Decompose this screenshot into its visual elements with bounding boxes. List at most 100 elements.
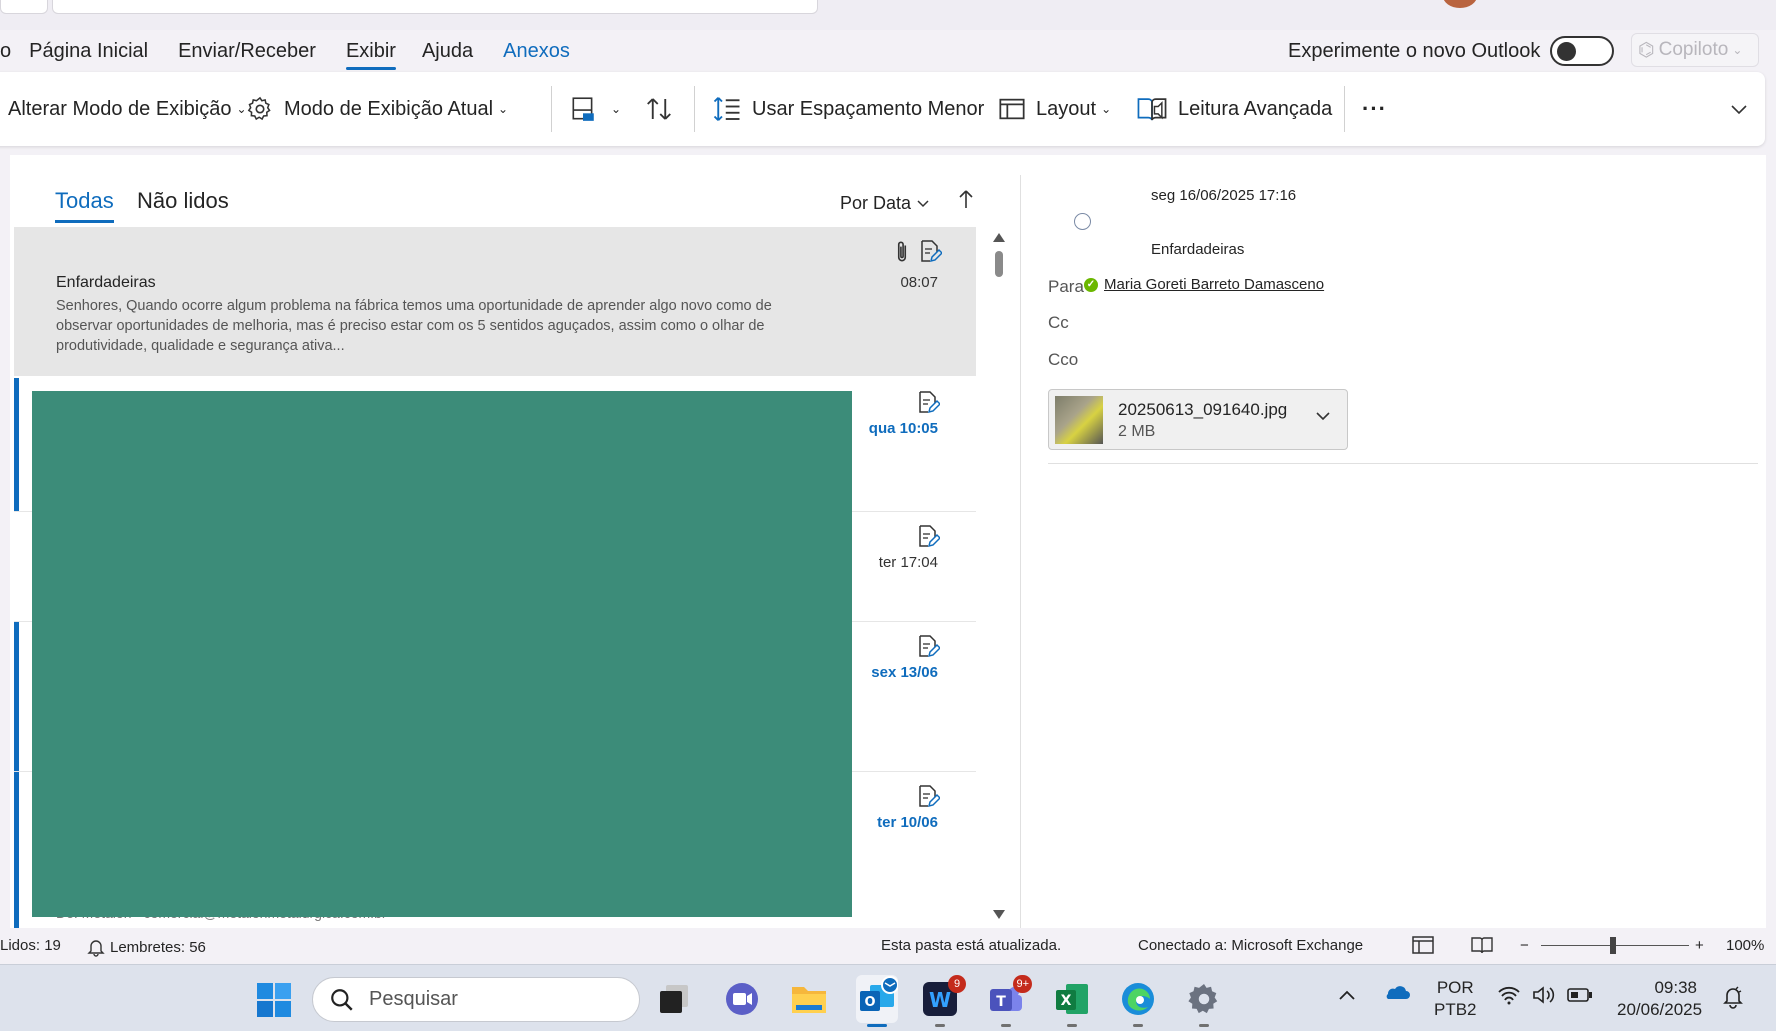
zoom-out-button[interactable]: − (1520, 937, 1529, 954)
chevron-down-icon: ⌄ (1732, 43, 1743, 57)
normal-view-icon (1412, 936, 1434, 954)
message-time: ter 10/06 (877, 814, 938, 831)
to-recipient[interactable]: ✓ Maria Goreti Barreto Damasceno (1084, 276, 1324, 293)
ribbon-toolbar: Alterar Modo de Exibição ⌄ Modo de Exibi… (0, 72, 1765, 146)
to-label: Para (1048, 277, 1084, 296)
recipient-name: Maria Goreti Barreto Damasceno (1104, 276, 1325, 293)
scroll-thumb[interactable] (995, 251, 1003, 277)
chevron-down-icon: ⌄ (1101, 102, 1112, 116)
zoom-in-button[interactable]: + (1695, 937, 1704, 954)
notifications-bell-icon[interactable] (1722, 985, 1744, 1015)
file-explorer-icon[interactable] (790, 981, 826, 1017)
outlook-icon[interactable]: O (856, 975, 899, 1027)
sender-avatar-placeholder (1074, 213, 1091, 230)
running-indicator (1067, 1024, 1077, 1027)
ribbon-tabs: o Página Inicial Enviar/Receber Exibir A… (0, 30, 600, 72)
bcc-label: Cco (1048, 350, 1079, 369)
running-indicator (1199, 1024, 1209, 1027)
bell-icon (87, 940, 105, 957)
more-options-button[interactable]: ··· (1362, 72, 1387, 146)
attachment-card[interactable]: 20250613_091640.jpg 2 MB (1048, 389, 1348, 450)
reading-pane-button[interactable]: ⌄ (570, 72, 621, 146)
paperclip-icon (897, 241, 907, 262)
filter-unread[interactable]: Não lidos (137, 188, 229, 214)
immersive-reader-button[interactable]: Leitura Avançada (1136, 72, 1332, 146)
chevron-down-icon: ⌄ (611, 102, 622, 116)
message-sender: Enfardadeiras (56, 274, 156, 291)
edge-icon[interactable] (1120, 981, 1156, 1027)
tab-send-receive[interactable]: Enviar/Receber (178, 40, 316, 63)
main-content: Todas Não lidos Por Data Enfardadeiras 0… (10, 155, 1766, 932)
immersive-reader-label: Leitura Avançada (1178, 97, 1333, 120)
sort-order-button[interactable] (644, 72, 684, 146)
collapse-ribbon-button[interactable] (1730, 72, 1758, 146)
zoom-slider-thumb[interactable] (1610, 937, 1616, 954)
notification-badge: 9 (948, 975, 966, 993)
draft-edit-icon (919, 635, 940, 658)
task-view-icon[interactable] (656, 981, 692, 1017)
excel-icon[interactable]: X (1054, 981, 1090, 1027)
reminders[interactable]: Lembretes: 56 (86, 937, 206, 957)
message-icons (892, 239, 942, 265)
svg-text:W: W (929, 988, 951, 1012)
scroll-down-arrow[interactable] (993, 910, 1005, 919)
new-outlook-label: Experimente o novo Outlook (1288, 39, 1541, 62)
chevron-down-icon: ⌄ (498, 102, 509, 116)
onedrive-icon[interactable] (1382, 983, 1410, 1007)
copilot-button[interactable]: ⌬ Copiloto ⌄ (1631, 33, 1759, 67)
clock[interactable]: 09:38 20/06/2025 (1617, 977, 1703, 1021)
list-item-selected[interactable]: Enfardadeiras 08:07 Senhores, Quando oco… (14, 227, 976, 376)
redacted-block (32, 391, 852, 917)
taskbar-search-placeholder: Pesquisar (369, 988, 458, 1010)
woody-app-icon[interactable]: W 9 (922, 975, 966, 1027)
smaller-spacing-button[interactable]: Usar Espaçamento Menor (712, 72, 984, 146)
pane-divider[interactable] (1020, 175, 1021, 928)
svg-text:X: X (1061, 993, 1072, 1009)
show-hidden-icons-button[interactable] (1338, 985, 1356, 1007)
immersive-reader-icon (1137, 98, 1167, 121)
change-view-button[interactable]: Alterar Modo de Exibição ⌄ (8, 72, 247, 146)
list-scrollbar[interactable] (990, 227, 1008, 927)
attachment-name: 20250613_091640.jpg (1118, 400, 1288, 419)
scroll-up-arrow[interactable] (993, 233, 1005, 242)
new-outlook-toggle[interactable] (1550, 36, 1615, 66)
normal-view-button[interactable] (1411, 934, 1435, 960)
folder-status: Esta pasta está atualizada. (881, 937, 1062, 954)
tab-help[interactable]: Ajuda (422, 40, 473, 63)
back-button[interactable] (0, 0, 48, 14)
layout-button[interactable]: Layout ⌄ (998, 72, 1111, 146)
running-indicator (1001, 1024, 1011, 1027)
chevron-down-icon[interactable] (1315, 410, 1331, 422)
reading-view-button[interactable] (1470, 934, 1494, 960)
sort-by-dropdown[interactable]: Por Data (840, 193, 930, 214)
system-tray-status[interactable] (1497, 985, 1593, 1005)
tab-attachments[interactable]: Anexos (503, 40, 570, 63)
windows-start-icon[interactable] (256, 982, 292, 1018)
filter-all[interactable]: Todas (55, 188, 114, 223)
separator (1344, 86, 1345, 132)
teams-icon[interactable]: T 9+ (988, 975, 1032, 1027)
current-view-button[interactable]: Modo de Exibição Atual ⌄ (246, 72, 508, 146)
tab-file[interactable]: o (0, 40, 11, 63)
clock-date: 20/06/2025 (1617, 1000, 1703, 1019)
presence-available-icon: ✓ (1084, 277, 1098, 292)
svg-text:O: O (864, 995, 875, 1010)
settings-icon[interactable] (1186, 981, 1222, 1027)
tab-home[interactable]: Página Inicial (29, 40, 148, 63)
taskbar-search-input[interactable]: Pesquisar (312, 977, 640, 1022)
zoom-level[interactable]: 100% (1726, 937, 1764, 954)
zoom-app-icon[interactable] (724, 981, 760, 1017)
chevron-down-icon (917, 200, 929, 208)
line-spacing-icon (713, 97, 740, 121)
attachment-size: 2 MB (1118, 423, 1156, 440)
status-bar: Lidos: 19 Lembretes: 56 Esta pasta está … (0, 928, 1776, 964)
top-search-box[interactable] (52, 0, 818, 14)
unread-indicator (14, 378, 19, 511)
input-language[interactable]: POR PTB2 (1434, 977, 1477, 1021)
layout-icon (999, 98, 1025, 120)
sort-direction-button[interactable] (958, 188, 974, 216)
tab-view[interactable]: Exibir (345, 40, 396, 70)
user-avatar[interactable] (1443, 0, 1477, 8)
current-view-label: Modo de Exibição Atual (284, 97, 494, 120)
draft-edit-icon (919, 391, 940, 414)
